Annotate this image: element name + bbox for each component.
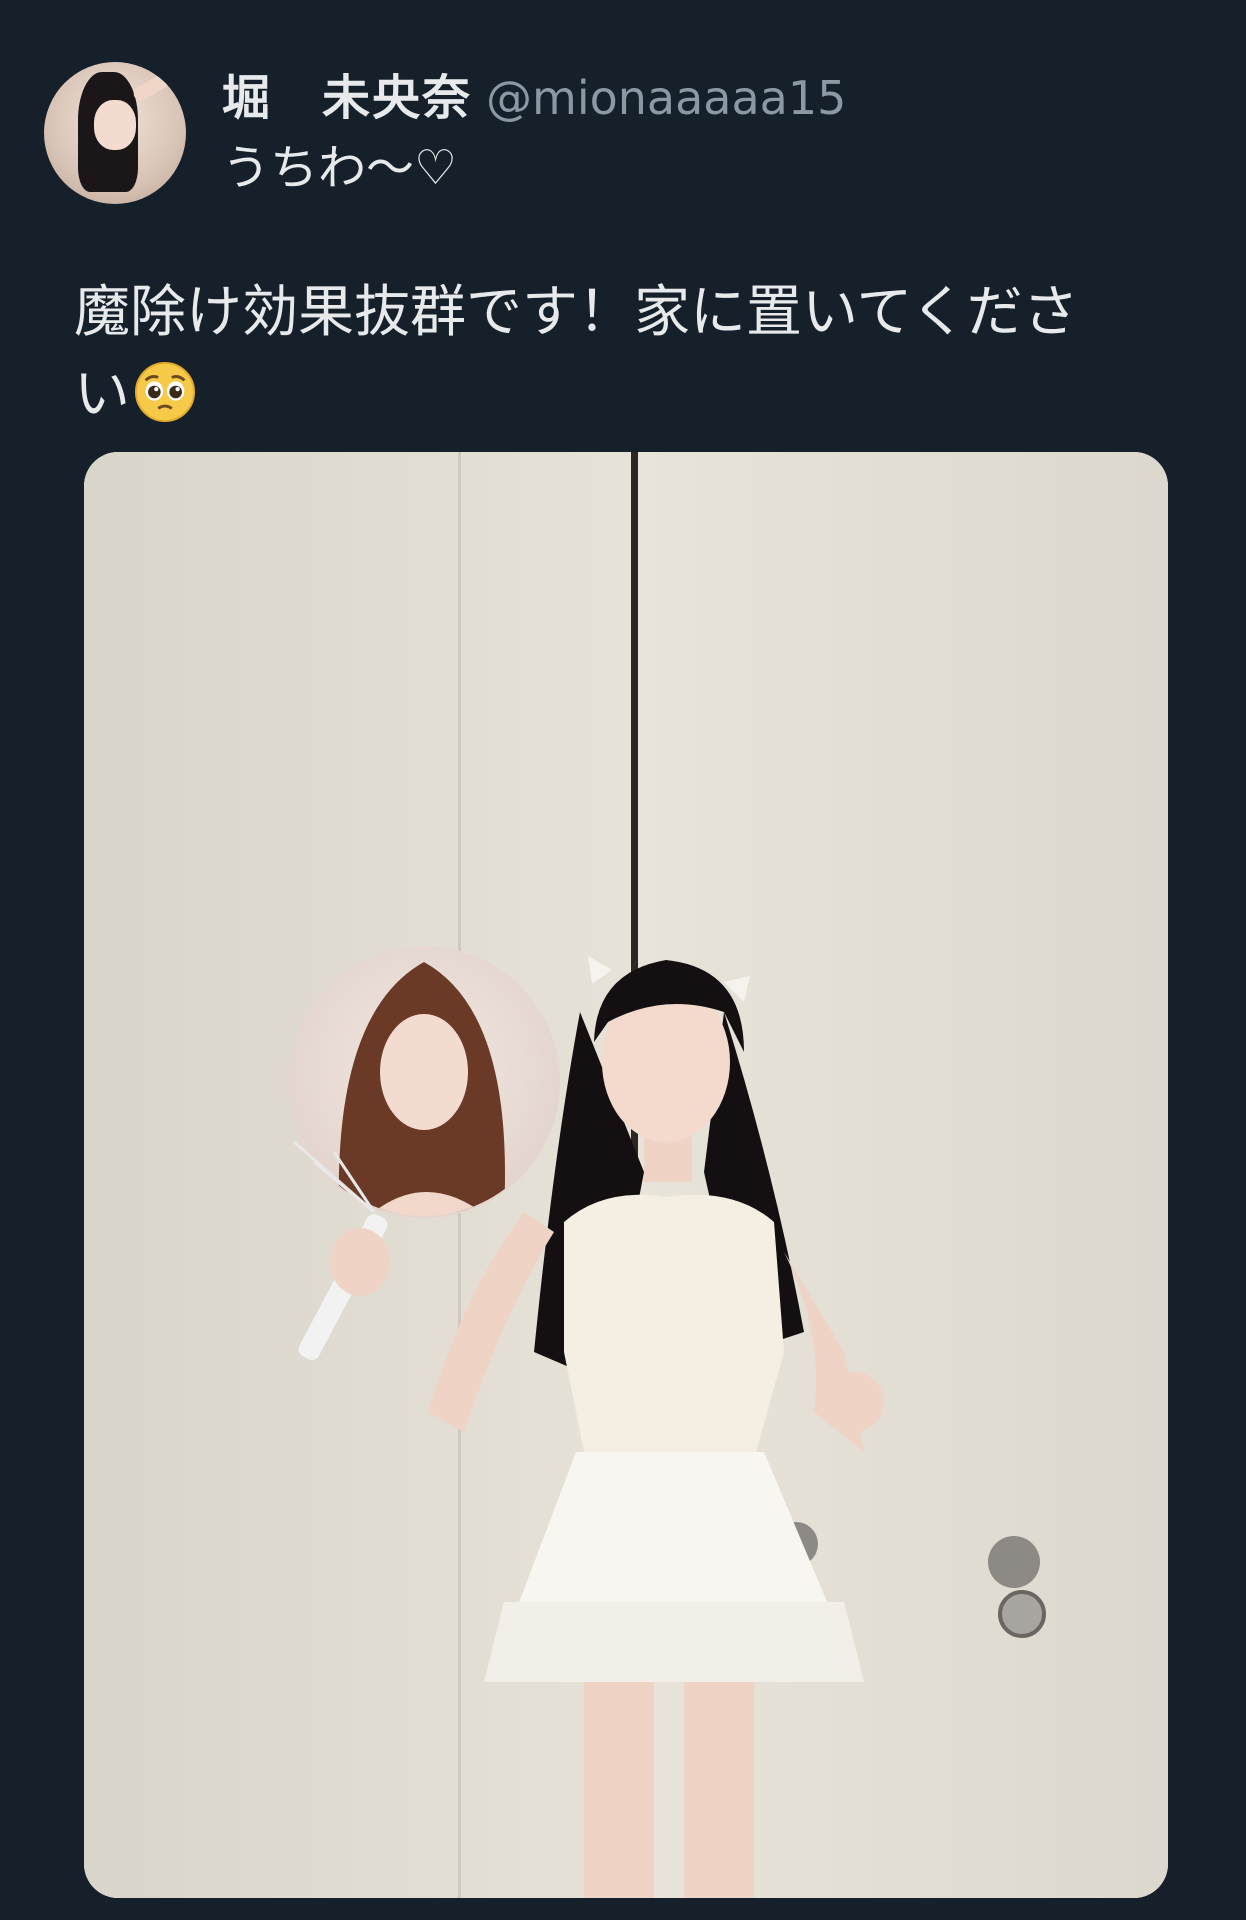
display-name[interactable]: 堀 未央奈 (222, 70, 472, 126)
tweet-header: 堀 未央奈 @mionaaaaa15 (222, 58, 846, 128)
door-knob-2 (988, 1536, 1040, 1588)
pleading-face-icon (134, 361, 196, 423)
tweet-text-line-2: い (74, 354, 1184, 436)
tweet-text: 魔除け効果抜群です！家に置いてくださ い (74, 272, 1184, 436)
photo-woman-with-uchiwa-fan (84, 452, 1168, 1898)
avatar-arm (131, 70, 173, 104)
door-lock (998, 1590, 1046, 1638)
user-handle[interactable]: @mionaaaaa15 (486, 71, 846, 125)
tweet-text-line-2-text: い (74, 362, 130, 427)
avatar[interactable] (44, 62, 186, 204)
tweet-subtitle: うちわ〜♡ (222, 140, 458, 196)
tweet-media[interactable] (84, 452, 1168, 1898)
avatar-face (94, 100, 136, 150)
tweet: 堀 未央奈 @mionaaaaa15 うちわ〜♡ 魔除け効果抜群です！家に置いてく… (0, 0, 1246, 1920)
tweet-text-line-1: 魔除け効果抜群です！家に置いてくださ (74, 280, 1079, 345)
